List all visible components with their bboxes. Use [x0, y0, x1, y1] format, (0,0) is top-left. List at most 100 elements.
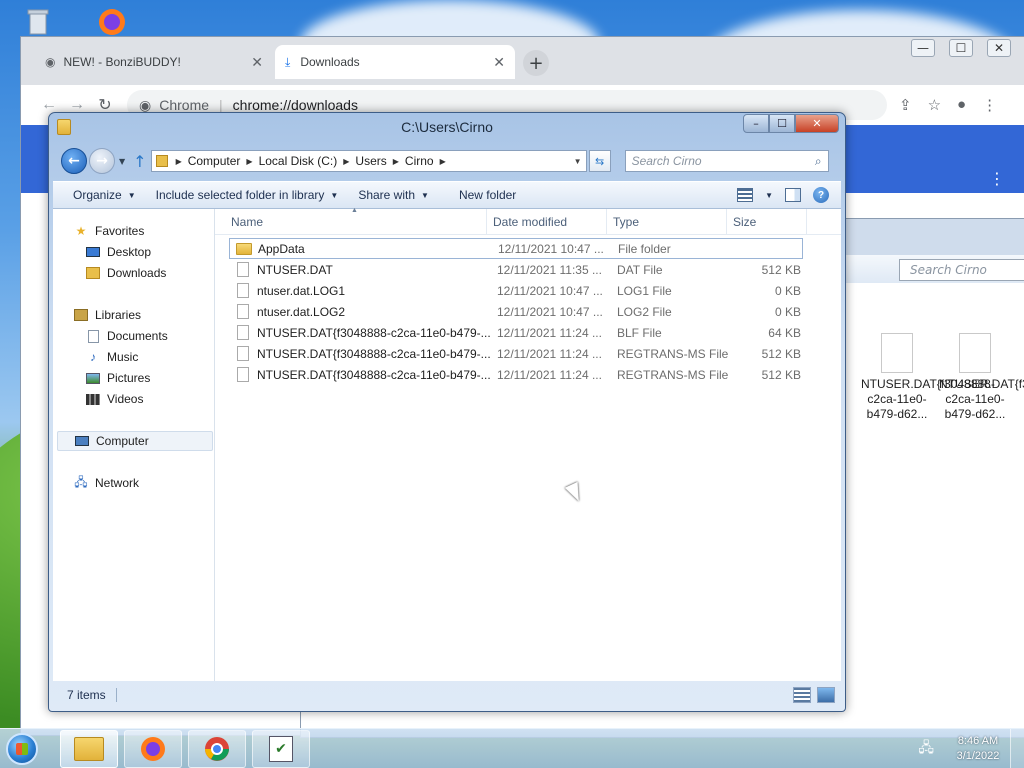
chevron-right-icon[interactable]: ▶	[176, 157, 182, 166]
taskbar-tasklist[interactable]: ✔	[252, 729, 310, 768]
taskbar-explorer[interactable]	[60, 729, 118, 768]
file-name: NTUSER.DAT{f3048888-c2ca-11e0-b479-...	[257, 367, 491, 382]
nav-music[interactable]: ♪ Music	[85, 347, 138, 367]
breadcrumb-users[interactable]: Users	[355, 154, 386, 168]
nav-label: Pictures	[107, 371, 151, 385]
file-type: DAT File	[617, 262, 663, 277]
tab-downloads[interactable]: ⤓ Downloads ✕	[275, 45, 515, 79]
file-icon-item[interactable]: NTUSER.DAT{f3048888-c2ca-11e0-b479-d62..…	[939, 333, 1024, 422]
nav-downloads[interactable]: Downloads	[85, 263, 166, 283]
start-button[interactable]	[0, 729, 44, 768]
column-date-modified[interactable]: Date modified	[487, 209, 607, 235]
search-placeholder: Search Cirno	[631, 154, 702, 168]
help-icon[interactable]: ?	[813, 187, 829, 203]
breadcrumb-local-disk[interactable]: Local Disk (C:)	[259, 154, 338, 168]
details-view-icon[interactable]	[793, 687, 811, 703]
file-date: 12/11/2021 10:47 ...	[497, 283, 603, 298]
share-label: Share with	[358, 188, 416, 202]
maximize-button[interactable]: ☐	[949, 39, 973, 57]
nav-computer[interactable]: Computer	[57, 431, 213, 451]
firefox-desktop-icon[interactable]	[96, 6, 128, 38]
chevron-right-icon[interactable]: ▶	[440, 157, 446, 166]
change-view-icon[interactable]	[737, 188, 754, 202]
file-type: REGTRANS-MS File	[617, 346, 729, 361]
nav-favorites[interactable]: ★ Favorites	[73, 221, 145, 241]
show-desktop-button[interactable]	[1010, 729, 1024, 768]
taskbar-chrome[interactable]	[188, 729, 246, 768]
large-icons-view-icon[interactable]	[817, 687, 835, 703]
bookmark-star-icon[interactable]: ☆	[928, 96, 941, 114]
file-type: LOG2 File	[617, 304, 672, 319]
clock[interactable]: 8:46 AM 3/1/2022	[946, 734, 1010, 764]
breadcrumb-computer[interactable]: Computer	[188, 154, 241, 168]
file-row[interactable]: AppData 12/11/2021 10:47 ... File folder	[229, 238, 803, 259]
column-type[interactable]: Type	[607, 209, 727, 235]
up-arrow-icon[interactable]: ↑	[133, 152, 146, 171]
file-row[interactable]: NTUSER.DAT{f3048888-c2ca-11e0-b479-... 1…	[229, 322, 803, 343]
file-type: REGTRANS-MS File	[617, 367, 729, 382]
search-icon[interactable]: ⌕	[815, 154, 822, 169]
share-icon[interactable]: ⇪	[899, 96, 912, 114]
file-row[interactable]: NTUSER.DAT{f3048888-c2ca-11e0-b479-... 1…	[229, 343, 803, 364]
file-date: 12/11/2021 10:47 ...	[498, 241, 604, 256]
preview-pane-icon[interactable]	[785, 188, 801, 202]
nav-documents[interactable]: Documents	[85, 326, 168, 346]
recent-pages-dropdown-icon[interactable]: ▼	[119, 157, 125, 166]
nav-network[interactable]: 🖧 Network	[73, 473, 139, 493]
computer-icon	[74, 434, 90, 448]
clock-time: 8:46 AM	[957, 734, 999, 747]
minimize-button[interactable]: –	[743, 114, 769, 133]
checklist-icon: ✔	[269, 735, 293, 762]
chevron-right-icon[interactable]: ▶	[246, 157, 252, 166]
search-input[interactable]: Search Cirno ⌕	[624, 150, 829, 172]
column-size[interactable]: Size	[727, 209, 807, 235]
refresh-button[interactable]: ⇆	[588, 150, 611, 172]
column-headers: Name ▲ Date modified Type Size	[215, 207, 841, 235]
new-tab-button[interactable]: +	[523, 50, 549, 76]
profile-icon[interactable]: ●	[957, 96, 966, 114]
maximize-button[interactable]: ☐	[769, 114, 795, 133]
file-icon	[237, 283, 249, 298]
minimize-button[interactable]: —	[911, 39, 935, 57]
file-row[interactable]: ntuser.dat.LOG2 12/11/2021 10:47 ... LOG…	[229, 301, 803, 322]
close-button[interactable]: ✕	[795, 114, 839, 133]
nav-label: Music	[107, 350, 139, 364]
organize-button[interactable]: Organize ▼	[73, 188, 136, 202]
chevron-right-icon[interactable]: ▶	[393, 157, 399, 166]
nav-videos[interactable]: Videos	[85, 389, 143, 409]
breadcrumb-cirno[interactable]: Cirno	[405, 154, 434, 168]
item-count: 7 items	[53, 688, 117, 702]
include-label: Include selected folder in library	[155, 188, 325, 202]
include-in-library-button[interactable]: Include selected folder in library ▼	[156, 188, 339, 202]
forward-button[interactable]: →	[89, 148, 115, 174]
omnibox-label: Chrome	[159, 97, 210, 113]
address-bar[interactable]: ▶ Computer ▶ Local Disk (C:) ▶ Users ▶ C…	[150, 150, 587, 172]
menu-icon[interactable]: ⋮	[982, 96, 997, 114]
close-tab-icon[interactable]: ✕	[493, 54, 505, 71]
search-input[interactable]: Search Cirno	[899, 259, 1024, 281]
close-tab-icon[interactable]: ✕	[251, 54, 263, 71]
tab-bonzibuddy[interactable]: ◉ NEW! - BonziBUDDY! ✕	[35, 45, 273, 79]
file-row[interactable]: NTUSER.DAT 12/11/2021 11:35 ... DAT File…	[229, 259, 803, 280]
network-tray-icon[interactable]: 🖧	[918, 737, 934, 761]
more-menu-icon[interactable]: ⋮	[989, 169, 1005, 188]
window-title: C:\Users\Cirno	[401, 119, 493, 135]
taskbar-firefox[interactable]	[124, 729, 182, 768]
file-row[interactable]: NTUSER.DAT{f3048888-c2ca-11e0-b479-... 1…	[229, 364, 803, 385]
chevron-down-icon[interactable]: ▼	[574, 157, 582, 166]
nav-desktop[interactable]: Desktop	[85, 242, 151, 262]
chevron-right-icon[interactable]: ▶	[343, 157, 349, 166]
new-folder-button[interactable]: New folder	[459, 188, 516, 202]
nav-libraries[interactable]: Libraries	[73, 305, 141, 325]
file-row[interactable]: ntuser.dat.LOG1 12/11/2021 10:47 ... LOG…	[229, 280, 803, 301]
back-button[interactable]: ←	[61, 148, 87, 174]
globe-icon: ◉	[45, 55, 56, 69]
nav-pictures[interactable]: Pictures	[85, 368, 150, 388]
recycle-bin-icon[interactable]	[22, 6, 54, 38]
chevron-down-icon[interactable]: ▼	[765, 191, 773, 200]
close-button[interactable]: ✕	[987, 39, 1011, 57]
download-icon: ⤓	[285, 54, 291, 69]
share-with-button[interactable]: Share with ▼	[358, 188, 429, 202]
file-icon-item[interactable]: NTUSER.DAT{f3048888-c2ca-11e0-b479-d62..…	[861, 333, 995, 422]
address-row: ← → ▼ ↑ ▶ Computer ▶ Local Disk (C:) ▶ U…	[61, 147, 837, 175]
